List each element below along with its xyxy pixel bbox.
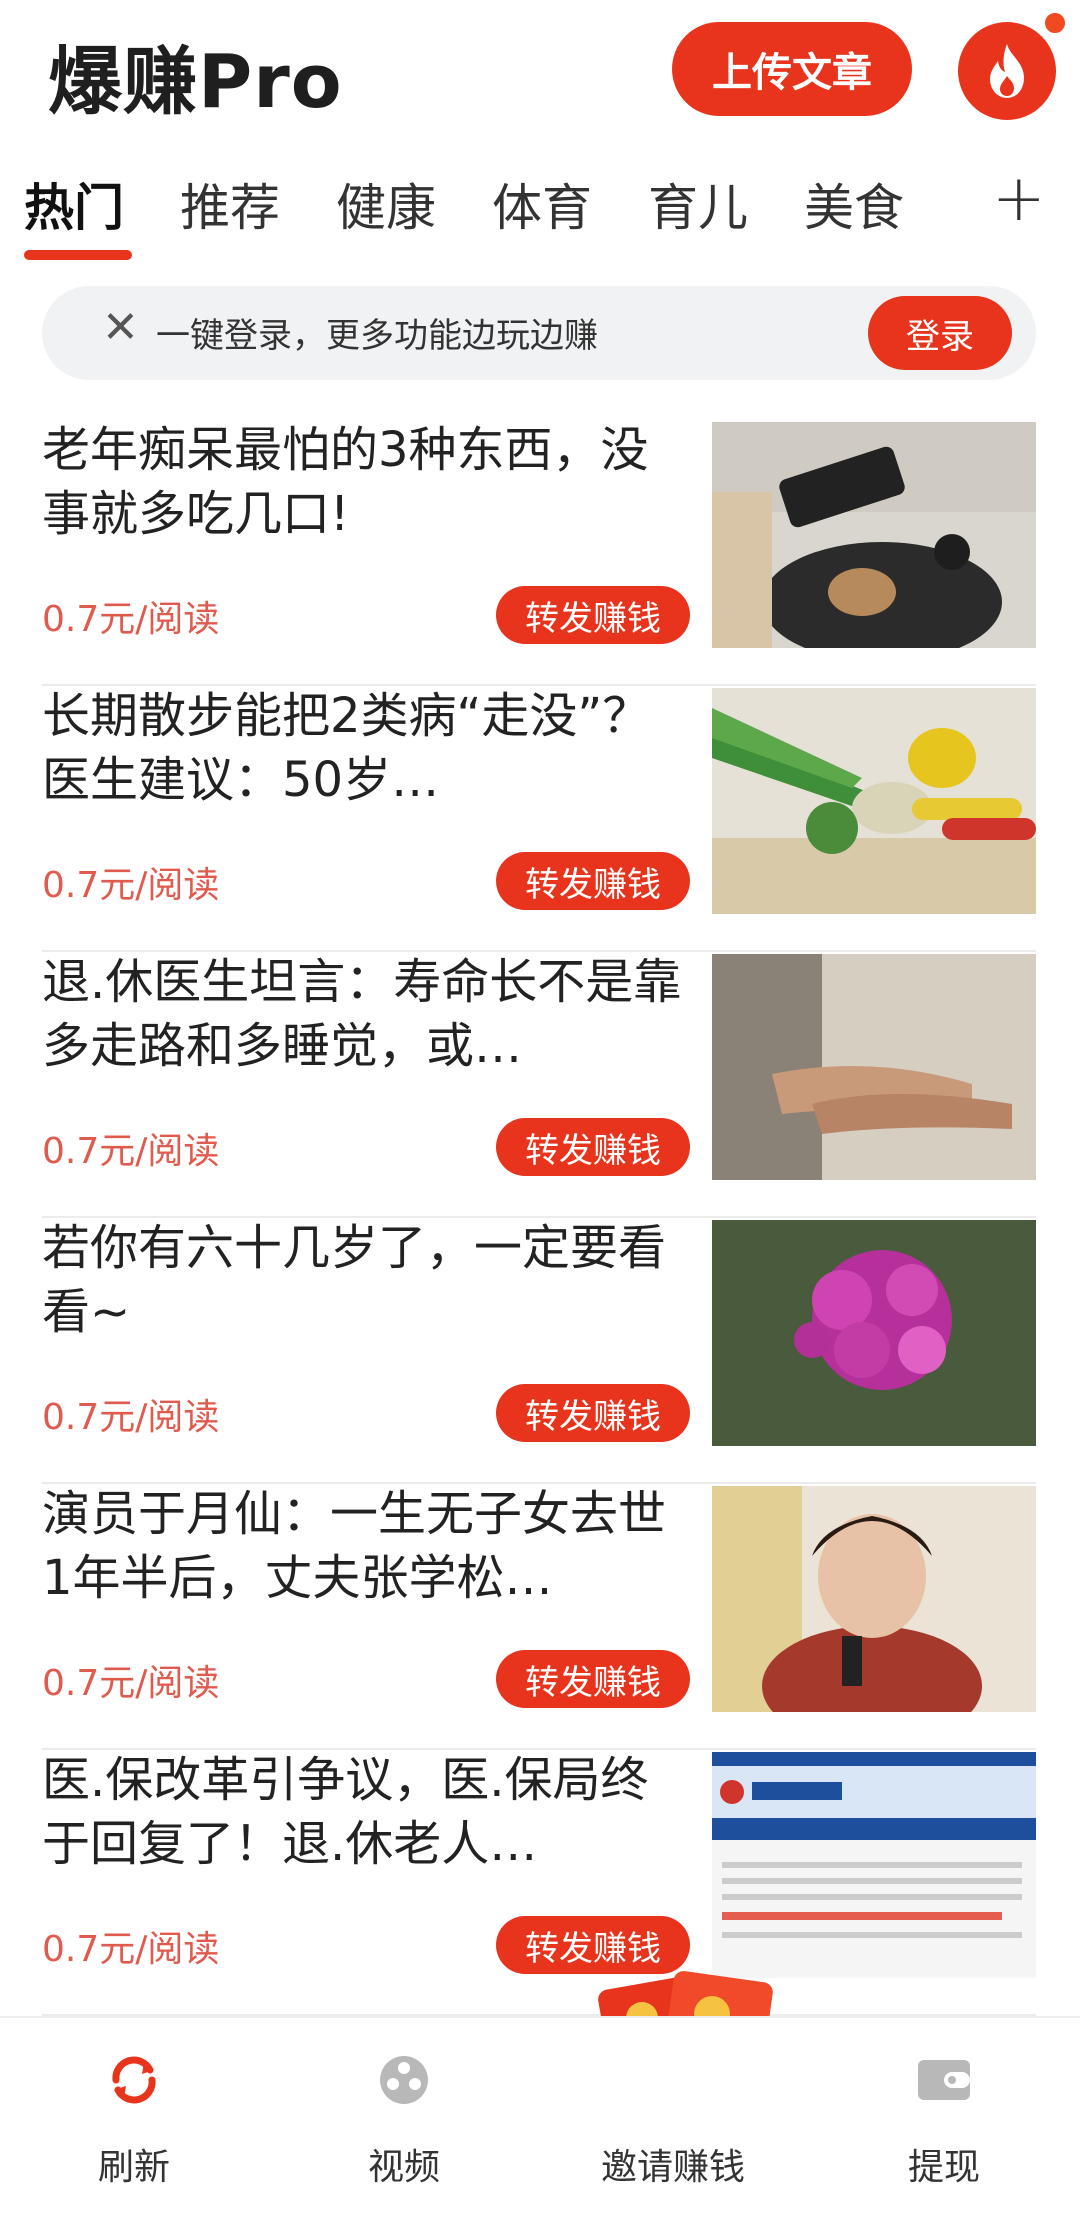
hot-fire-button[interactable] [958, 22, 1056, 120]
article-item[interactable]: 退.休医生坦言：寿命长不是靠多走路和多睡觉，或… 0.7元/阅读 转发赚钱 [42, 950, 1036, 1218]
tab-parenting[interactable]: 育儿 [648, 168, 748, 240]
share-earn-button[interactable]: 转发赚钱 [496, 586, 690, 644]
article-item[interactable]: 演员于月仙：一生无子女去世1年半后，丈夫张学松… 0.7元/阅读 转发赚钱 [42, 1482, 1036, 1750]
wallet-icon [918, 2060, 970, 2100]
nav-invite[interactable]: 邀请赚钱 [553, 2018, 793, 2214]
article-price: 0.7元/阅读 [42, 1397, 220, 1438]
article-thumbnail[interactable] [712, 954, 1036, 1180]
share-earn-button[interactable]: 转发赚钱 [496, 852, 690, 910]
nav-refresh-label: 刷新 [97, 2147, 170, 2188]
app-title: 爆赚Pro [48, 39, 343, 125]
upload-article-button[interactable]: 上传文章 [672, 22, 912, 116]
tab-recommend[interactable]: 推荐 [180, 168, 280, 240]
close-icon[interactable]: ✕ [102, 302, 139, 353]
nav-video[interactable]: 视频 [304, 2018, 504, 2214]
article-thumbnail[interactable] [712, 422, 1036, 648]
nav-withdraw[interactable]: 提现 [844, 2018, 1044, 2214]
category-tabs: 热门 推荐 健康 体育 育儿 美食 + [0, 150, 1080, 270]
article-title[interactable]: 演员于月仙：一生无子女去世1年半后，丈夫张学松… [42, 1482, 692, 1610]
article-thumbnail[interactable] [712, 688, 1036, 914]
app-header: 爆赚Pro 上传文章 [0, 0, 1080, 150]
login-banner: ✕ 一键登录，更多功能边玩边赚 登录 [42, 286, 1036, 380]
article-title[interactable]: 长期散步能把2类病“走没”？医生建议：50岁… [42, 684, 692, 812]
article-title[interactable]: 退.休医生坦言：寿命长不是靠多走路和多睡觉，或… [42, 950, 692, 1078]
article-item[interactable]: 若你有六十几岁了，一定要看看~ 0.7元/阅读 转发赚钱 [42, 1216, 1036, 1484]
tab-health[interactable]: 健康 [336, 168, 436, 240]
article-price: 0.7元/阅读 [42, 1929, 220, 1970]
tab-food[interactable]: 美食 [804, 168, 904, 240]
add-tab-icon[interactable]: + [992, 162, 1046, 236]
notification-dot [1042, 10, 1068, 36]
nav-withdraw-label: 提现 [907, 2147, 980, 2188]
article-thumbnail[interactable] [712, 1752, 1036, 1978]
share-earn-button[interactable]: 转发赚钱 [496, 1118, 690, 1176]
article-title[interactable]: 若你有六十几岁了，一定要看看~ [42, 1216, 692, 1344]
article-title[interactable]: 老年痴呆最怕的3种东西，没事就多吃几口! [42, 418, 692, 546]
refresh-icon [112, 2056, 156, 2104]
article-title[interactable]: 医.保改革引争议，医.保局终于回复了！退.休老人… [42, 1748, 692, 1876]
flame-icon [990, 44, 1024, 98]
article-thumbnail[interactable] [712, 1220, 1036, 1446]
nav-invite-label: 邀请赚钱 [600, 2147, 745, 2188]
article-item[interactable]: 老年痴呆最怕的3种东西，没事就多吃几口! 0.7元/阅读 转发赚钱 [42, 418, 1036, 686]
login-button[interactable]: 登录 [868, 296, 1012, 370]
active-tab-indicator [24, 250, 132, 260]
share-earn-button[interactable]: 转发赚钱 [496, 1650, 690, 1708]
article-thumbnail[interactable] [712, 1486, 1036, 1712]
login-banner-text: 一键登录，更多功能边玩边赚 [156, 316, 598, 356]
tab-hot[interactable]: 热门 [24, 168, 124, 240]
article-item[interactable]: 长期散步能把2类病“走没”？医生建议：50岁… 0.7元/阅读 转发赚钱 [42, 684, 1036, 952]
nav-refresh[interactable]: 刷新 [34, 2018, 234, 2214]
article-price: 0.7元/阅读 [42, 1131, 220, 1172]
article-price: 0.7元/阅读 [42, 865, 220, 906]
article-price: 0.7元/阅读 [42, 599, 220, 640]
share-earn-button[interactable]: 转发赚钱 [496, 1384, 690, 1442]
article-price: 0.7元/阅读 [42, 1663, 220, 1704]
tab-sports[interactable]: 体育 [492, 168, 592, 240]
bottom-navigation: 刷新 视频 邀请赚钱 提现 [0, 2016, 1080, 2214]
nav-video-label: 视频 [367, 2147, 440, 2188]
article-item[interactable]: 医.保改革引争议，医.保局终于回复了！退.休老人… 0.7元/阅读 转发赚钱 [42, 1748, 1036, 2016]
film-reel-icon [380, 2056, 428, 2104]
